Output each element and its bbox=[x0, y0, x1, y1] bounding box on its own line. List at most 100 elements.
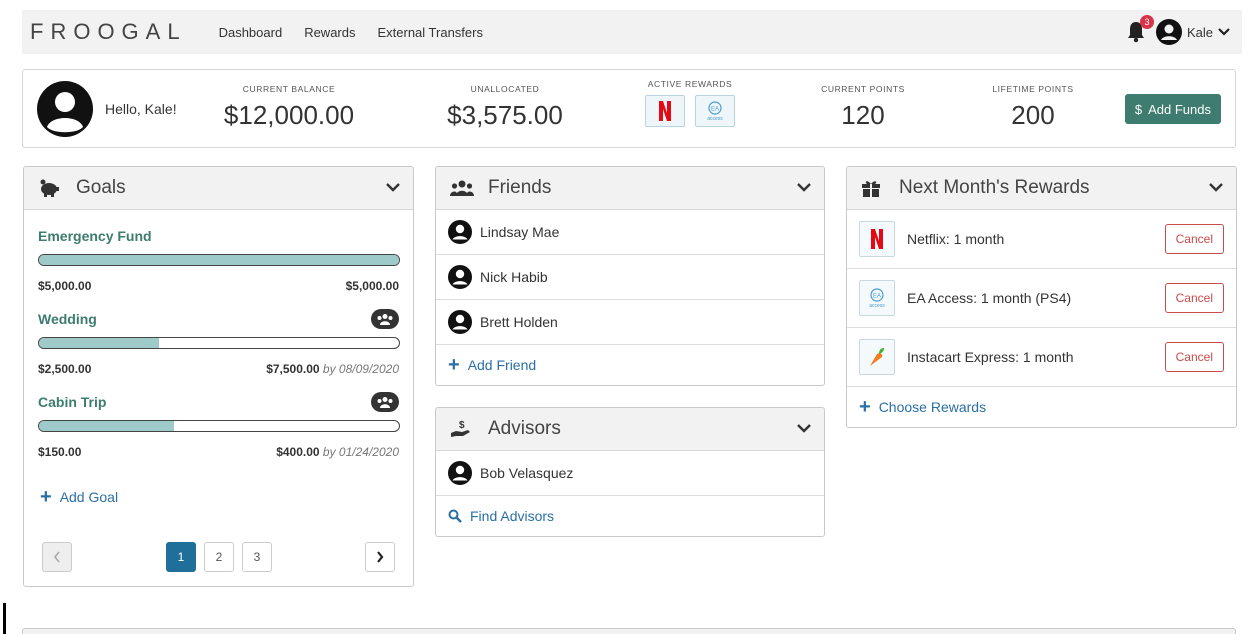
goal-target: $400.00 bbox=[276, 445, 320, 459]
goal-saved: $5,000.00 bbox=[38, 279, 92, 293]
goal-progress-bar bbox=[38, 420, 400, 432]
netflix-logo-icon bbox=[859, 221, 895, 257]
advisors-title: Advisors bbox=[488, 418, 561, 439]
friends-panel: Friends Lindsay Mae Nick Habib Brett Hol… bbox=[435, 166, 825, 386]
ea-logo-text: EA bbox=[711, 107, 719, 113]
page-button-3[interactable]: 3 bbox=[242, 542, 272, 572]
add-goal-link[interactable]: + Add Goal bbox=[24, 477, 413, 517]
users-icon bbox=[450, 178, 474, 198]
lifetime-points-label: LIFETIME POINTS bbox=[992, 84, 1074, 94]
goal-item[interactable]: Emergency Fund $5,000.00 $5,000.00 bbox=[24, 228, 413, 293]
friend-row[interactable]: Brett Holden bbox=[436, 300, 824, 345]
current-points-value: 120 bbox=[841, 100, 885, 130]
goal-deadline: by 08/09/2020 bbox=[322, 362, 399, 376]
svg-text:$: $ bbox=[459, 420, 465, 431]
goal-progress-fill bbox=[39, 421, 174, 431]
choose-rewards-link[interactable]: + Choose Rewards bbox=[847, 387, 1236, 427]
goals-header[interactable]: Goals bbox=[24, 167, 413, 210]
add-friend-link[interactable]: + Add Friend bbox=[436, 345, 824, 385]
user-avatar-icon bbox=[448, 220, 472, 244]
goal-progress-bar bbox=[38, 337, 400, 349]
plus-icon: + bbox=[859, 395, 871, 418]
access-logo-text: access bbox=[869, 303, 885, 309]
nav-links: Dashboard Rewards External Transfers bbox=[219, 25, 483, 40]
current-balance: CURRENT BALANCE $12,000.00 bbox=[219, 84, 359, 131]
user-avatar-icon bbox=[1155, 19, 1182, 45]
user-avatar-icon bbox=[448, 310, 472, 334]
friends-title: Friends bbox=[488, 177, 552, 198]
ea-access-reward-icon[interactable]: EA access bbox=[695, 95, 735, 127]
goal-name: Cabin Trip bbox=[38, 394, 107, 410]
dollar-icon: $ bbox=[1134, 101, 1143, 117]
plus-icon: + bbox=[448, 353, 460, 376]
instacart-logo-icon bbox=[859, 339, 895, 375]
unallocated: UNALLOCATED $3,575.00 bbox=[435, 84, 575, 131]
advisors-header[interactable]: $ Advisors bbox=[436, 408, 824, 451]
notifications-button[interactable]: 3 bbox=[1126, 15, 1154, 43]
lifetime-points-value: 200 bbox=[1011, 100, 1055, 130]
unallocated-value: $3,575.00 bbox=[447, 100, 563, 130]
add-funds-button[interactable]: $ Add Funds bbox=[1124, 94, 1221, 124]
nav-dashboard[interactable]: Dashboard bbox=[219, 25, 283, 40]
chevron-down-icon[interactable] bbox=[1208, 181, 1224, 193]
nav-right: 3 Kale bbox=[1126, 10, 1230, 54]
goal-item[interactable]: Wedding $2,500.00 $7,500.00 by 08/09/2020 bbox=[24, 309, 413, 376]
goal-deadline: by 01/24/2020 bbox=[322, 445, 399, 459]
next-rewards-header[interactable]: Next Month's Rewards bbox=[847, 167, 1236, 210]
gift-icon bbox=[861, 178, 885, 198]
user-avatar-icon bbox=[448, 461, 472, 485]
access-logo-text: access bbox=[707, 116, 723, 122]
chevron-down-icon bbox=[1218, 28, 1230, 36]
chevron-left-icon bbox=[53, 551, 60, 563]
chevron-down-icon[interactable] bbox=[385, 181, 401, 193]
goals-title: Goals bbox=[76, 177, 126, 198]
cancel-reward-button[interactable]: Cancel bbox=[1164, 224, 1224, 254]
find-advisors-link[interactable]: Find Advisors bbox=[436, 496, 824, 536]
advisors-panel: $ Advisors Bob Velasquez Find Advisors bbox=[435, 407, 825, 537]
plus-icon: + bbox=[40, 485, 52, 508]
next-rewards-panel: Next Month's Rewards Netflix: 1 month Ca… bbox=[846, 166, 1237, 428]
piggy-bank-icon bbox=[38, 178, 62, 198]
goal-name: Emergency Fund bbox=[38, 228, 152, 244]
reward-label: Instacart Express: 1 month bbox=[907, 349, 1074, 365]
goal-item[interactable]: Cabin Trip $150.00 $400.00 by 01/24/2020 bbox=[24, 392, 413, 459]
add-funds-label: Add Funds bbox=[1148, 101, 1211, 117]
nav-external-transfers[interactable]: External Transfers bbox=[377, 25, 483, 40]
netflix-reward-icon[interactable] bbox=[645, 95, 685, 127]
lifetime-points: LIFETIME POINTS 200 bbox=[973, 84, 1093, 131]
prev-page-button[interactable] bbox=[42, 542, 72, 572]
find-advisors-label: Find Advisors bbox=[470, 508, 555, 524]
friend-row[interactable]: Lindsay Mae bbox=[436, 210, 824, 255]
next-page-button[interactable] bbox=[365, 542, 395, 572]
group-goal-icon bbox=[371, 392, 399, 412]
account-summary: Hello, Kale! CURRENT BALANCE $12,000.00 … bbox=[22, 69, 1236, 148]
goal-target: $5,000.00 bbox=[345, 279, 399, 293]
goal-progress-fill bbox=[39, 338, 159, 348]
chevron-down-icon[interactable] bbox=[796, 181, 812, 193]
friend-row[interactable]: Nick Habib bbox=[436, 255, 824, 300]
goal-saved: $150.00 bbox=[38, 445, 82, 459]
friend-name: Lindsay Mae bbox=[480, 224, 560, 240]
greeting: Hello, Kale! bbox=[105, 101, 177, 117]
advisor-row[interactable]: Bob Velasquez bbox=[436, 451, 824, 496]
notification-badge: 3 bbox=[1139, 15, 1154, 29]
friends-header[interactable]: Friends bbox=[436, 167, 824, 210]
chevron-down-icon[interactable] bbox=[796, 422, 812, 434]
group-goal-icon bbox=[371, 309, 399, 329]
netflix-logo-icon bbox=[659, 101, 671, 121]
active-rewards-label: ACTIVE REWARDS bbox=[647, 79, 733, 89]
friend-name: Nick Habib bbox=[480, 269, 548, 285]
user-menu[interactable]: Kale bbox=[1155, 19, 1230, 45]
brand-logo[interactable]: FROOGAL bbox=[30, 19, 187, 45]
nav-rewards[interactable]: Rewards bbox=[304, 25, 355, 40]
page-button-1[interactable]: 1 bbox=[166, 542, 196, 572]
goal-name: Wedding bbox=[38, 311, 97, 327]
current-points-label: CURRENT POINTS bbox=[821, 84, 905, 94]
friend-name: Brett Holden bbox=[480, 314, 558, 330]
next-rewards-title: Next Month's Rewards bbox=[899, 177, 1090, 198]
cancel-reward-button[interactable]: Cancel bbox=[1164, 342, 1224, 372]
text-cursor bbox=[3, 603, 6, 634]
page-button-2[interactable]: 2 bbox=[204, 542, 234, 572]
cancel-reward-button[interactable]: Cancel bbox=[1164, 283, 1224, 313]
current-balance-label: CURRENT BALANCE bbox=[242, 84, 336, 94]
